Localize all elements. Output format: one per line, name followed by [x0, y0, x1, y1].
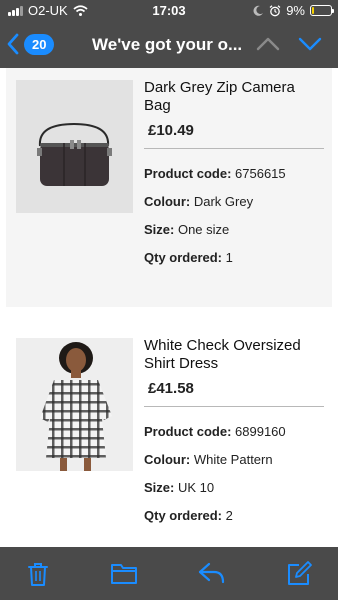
message-count-badge: 20 [24, 33, 55, 55]
chevron-down-icon[interactable] [298, 36, 322, 52]
product-name[interactable]: Dark Grey Zip Camera Bag [144, 79, 324, 115]
colour-row: Colour: Dark Grey [144, 194, 329, 222]
battery-percent: 9% [286, 3, 305, 18]
product-code: 6899160 [235, 424, 286, 439]
battery-icon [310, 5, 334, 16]
product-price: £10.49 [148, 122, 194, 139]
product-code-label: Product code: [144, 166, 232, 181]
alarm-icon [269, 4, 281, 16]
qty-row: Qty ordered: 2 [144, 508, 329, 536]
chevron-left-icon [7, 33, 19, 55]
product-code: 6756615 [235, 166, 286, 181]
product-code-row: Product code: 6756615 [144, 166, 329, 194]
qty-row: Qty ordered: 1 [144, 250, 329, 278]
status-right: 9% [253, 3, 334, 18]
qty-label: Qty ordered: [144, 250, 223, 265]
nav-bar: 20 We've got your o... [0, 22, 338, 68]
size-row: Size: One size [144, 222, 329, 250]
moon-icon [253, 5, 264, 16]
size-label: Size: [144, 222, 175, 237]
email-body[interactable]: Dark Grey Zip Camera Bag £10.49 Product … [0, 68, 338, 547]
qty-value: 1 [225, 250, 233, 265]
product-image-shirt-dress[interactable] [16, 338, 133, 471]
qty-value: 2 [225, 508, 233, 523]
product-code-row: Product code: 6899160 [144, 424, 329, 452]
product-details: Product code: 6756615 Colour: Dark Grey … [144, 166, 329, 278]
product-details: Product code: 6899160 Colour: White Patt… [144, 424, 329, 536]
colour-label: Colour: [144, 194, 191, 209]
colour-value: White Pattern [193, 452, 273, 467]
page-title: We've got your o... [92, 35, 243, 54]
qty-label: Qty ordered: [144, 508, 223, 523]
size-row: Size: UK 10 [144, 480, 329, 508]
size-label: Size: [144, 480, 175, 495]
colour-row: Colour: White Pattern [144, 452, 329, 480]
divider [144, 406, 324, 407]
divider [144, 148, 324, 149]
bottom-toolbar [0, 547, 338, 600]
trash-icon[interactable] [26, 561, 50, 587]
product-image-camera-bag[interactable] [16, 80, 133, 213]
colour-value: Dark Grey [193, 194, 254, 209]
size-value: One size [177, 222, 230, 237]
product-name[interactable]: White Check Oversized Shirt Dress [144, 337, 324, 373]
product-code-label: Product code: [144, 424, 232, 439]
reply-icon[interactable] [198, 561, 226, 585]
status-bar: O2-UK 17:03 9% [0, 0, 338, 22]
size-value: UK 10 [177, 480, 215, 495]
product-card: Dark Grey Zip Camera Bag £10.49 Product … [6, 68, 332, 307]
back-button[interactable]: 20 [6, 33, 55, 55]
product-card: White Check Oversized Shirt Dress £41.58… [6, 326, 332, 547]
folder-icon[interactable] [110, 561, 138, 585]
chevron-up-icon[interactable] [256, 36, 280, 52]
product-price: £41.58 [148, 380, 194, 397]
colour-label: Colour: [144, 452, 191, 467]
compose-icon[interactable] [286, 561, 312, 587]
